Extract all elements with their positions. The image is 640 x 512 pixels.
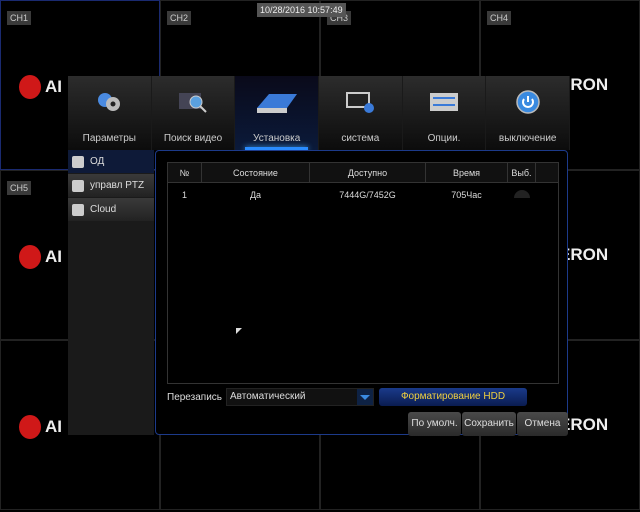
hdd-panel: № Состояние Доступно Время Выб. 1 Да 7444G/745… bbox=[155, 150, 568, 435]
logo: AI bbox=[19, 245, 62, 269]
chevron-down-icon[interactable] bbox=[357, 389, 373, 405]
hdd-table: № Состояние Доступно Время Выб. 1 Да 7444G/745… bbox=[167, 162, 559, 208]
gears-icon bbox=[98, 93, 121, 111]
sidebar-item-ptz[interactable]: управл PTZ bbox=[68, 174, 154, 197]
ptz-camera-icon bbox=[72, 179, 84, 192]
logo: AI bbox=[19, 75, 62, 99]
cloud-icon bbox=[72, 203, 84, 216]
hdd-icon bbox=[72, 155, 84, 168]
power-icon bbox=[515, 90, 540, 114]
video-search-icon bbox=[179, 93, 207, 113]
channel-label: CH2 bbox=[167, 11, 192, 25]
menu-parameters[interactable]: Параметры bbox=[68, 76, 152, 150]
logo: AI bbox=[19, 415, 62, 439]
menu-setup[interactable]: Установка bbox=[235, 76, 320, 150]
format-hdd-button[interactable]: Форматирование HDD bbox=[379, 388, 527, 406]
system-info-icon bbox=[346, 92, 375, 113]
channel-label: CH1 bbox=[7, 11, 32, 25]
menu-shutdown[interactable]: выключение bbox=[486, 76, 571, 150]
cancel-button[interactable]: Отмена bbox=[517, 412, 568, 436]
sidebar: ОД управл PTZ Cloud bbox=[68, 150, 154, 435]
datetime: 10/28/2016 10:57:49 bbox=[257, 3, 346, 17]
menu-system[interactable]: система bbox=[319, 76, 403, 150]
sidebar-item-cloud[interactable]: Cloud bbox=[68, 198, 154, 221]
channel-label: CH4 bbox=[487, 11, 512, 25]
select-radio[interactable] bbox=[513, 190, 530, 199]
channel-label: CH5 bbox=[7, 181, 32, 195]
sidebar-item-hdd[interactable]: ОД bbox=[68, 150, 154, 173]
table-row[interactable]: 1 Да 7444G/7452G 705Час bbox=[168, 183, 559, 208]
hdd-icon bbox=[256, 94, 297, 113]
menu-options[interactable]: Опции. bbox=[403, 76, 487, 150]
default-button[interactable]: По умолч. bbox=[408, 412, 461, 436]
overwrite-dropdown[interactable]: Автоматический bbox=[226, 388, 374, 406]
overwrite-label: Перезапись bbox=[167, 392, 223, 403]
main-menu: Параметры Поиск видео Установка система … bbox=[68, 76, 571, 150]
options-icon bbox=[430, 93, 459, 111]
save-button[interactable]: Сохранить bbox=[462, 412, 516, 436]
mouse-cursor bbox=[236, 328, 242, 334]
menu-video-search[interactable]: Поиск видео bbox=[152, 76, 236, 150]
